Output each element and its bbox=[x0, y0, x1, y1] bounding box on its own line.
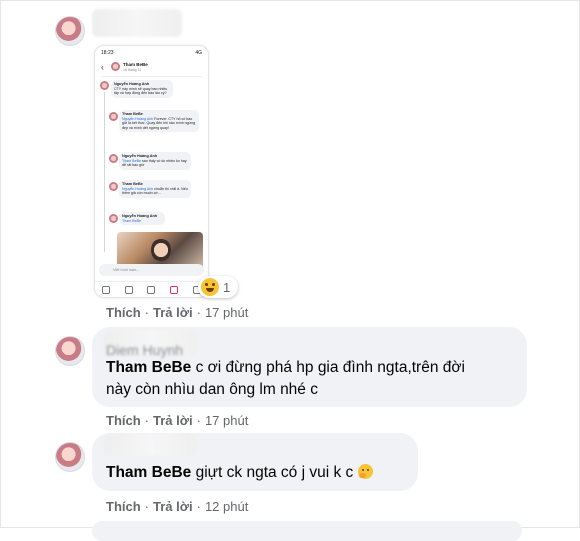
avatar bbox=[111, 62, 120, 71]
commenter-name-partial: Diem Huynh bbox=[106, 342, 184, 358]
thumb-comment-author: Nguyễn Hoàng Anh bbox=[122, 154, 158, 158]
haha-reaction-icon bbox=[201, 278, 219, 296]
home-icon bbox=[102, 285, 111, 294]
like-button[interactable]: Thích bbox=[106, 305, 141, 320]
thumb-thread-subtitle: 16 tháng 11 bbox=[123, 68, 142, 72]
reaction-count[interactable]: 1 bbox=[198, 276, 239, 298]
comment-text: Tham BeBe c ơi đừng phá hp gia đình ngta… bbox=[106, 357, 465, 401]
mentioned-user[interactable]: Tham BeBe bbox=[106, 464, 191, 481]
thumb-comment-mention: Nguyễn Hoàng Anh bbox=[122, 116, 154, 121]
blurred-commenter-name bbox=[92, 9, 182, 37]
thumb-thread-header: ‹ Tham BeBe 16 tháng 11 bbox=[101, 60, 202, 77]
comment-time[interactable]: 12 phút bbox=[205, 499, 248, 514]
thumb-comment-mention: Tham BeBe bbox=[122, 218, 141, 223]
reply-button[interactable]: Trả lời bbox=[153, 499, 193, 514]
thumb-status-time: 18:23 bbox=[101, 50, 114, 56]
comment-text-body: giựt ck ngta có j vui k c bbox=[191, 464, 354, 481]
mentioned-user[interactable]: Tham BeBe bbox=[106, 359, 191, 376]
avatar bbox=[109, 154, 118, 163]
comment-bubble-next bbox=[92, 521, 522, 541]
avatar bbox=[109, 214, 118, 223]
commenter-avatar[interactable] bbox=[55, 16, 85, 46]
attached-screenshot-image[interactable]: 18:23 4G ‹ Tham BeBe 16 tháng 11 Nguyễn … bbox=[94, 45, 209, 298]
thumb-comment: Tham BeBe Nguyễn Hoàng Anh Forever. CTY … bbox=[119, 110, 199, 133]
reaction-count-text: 1 bbox=[223, 279, 231, 295]
like-button[interactable]: Thích bbox=[106, 499, 141, 514]
comment-actions: Thích · Trả lời · 12 phút bbox=[106, 499, 249, 514]
notifications-icon bbox=[170, 285, 179, 294]
thumb-comment-author: Nguyễn Hoàng Anh bbox=[122, 214, 158, 218]
thread-line bbox=[104, 92, 105, 252]
avatar bbox=[109, 182, 118, 191]
commenter-avatar[interactable] bbox=[55, 442, 85, 472]
thumb-status-network: 4G bbox=[195, 50, 202, 56]
avatar bbox=[109, 112, 118, 121]
comment-time[interactable]: 17 phút bbox=[205, 305, 248, 320]
thumb-comment: Tham BeBe Nguyễn Hoàng Anh chuẩn thì chi… bbox=[119, 180, 191, 198]
comment-actions: Thích · Trả lời · 17 phút bbox=[106, 413, 249, 428]
thumb-bottom-nav bbox=[95, 281, 208, 297]
comment-text-line1: c ơi đừng phá hp gia đình ngta,trên đời bbox=[191, 359, 465, 376]
reply-button[interactable]: Trả lời bbox=[153, 305, 193, 320]
comment-time[interactable]: 17 phút bbox=[205, 413, 248, 428]
thumb-compose-field: Viết bình luận... bbox=[99, 264, 204, 276]
thumb-comment: Nguyễn Hoàng Anh CTY này mình sẽ quay ba… bbox=[111, 80, 173, 98]
thumb-comment-author: Nguyễn Hoàng Anh bbox=[114, 82, 150, 86]
like-button[interactable]: Thích bbox=[106, 413, 141, 428]
thumb-comment-author: Tham BeBe bbox=[122, 112, 143, 116]
thumb-comment: Nguyễn Hoàng Anh Tham BeBe sao thấy có d… bbox=[119, 152, 191, 170]
avatar bbox=[100, 81, 109, 90]
watch-icon bbox=[147, 285, 156, 294]
blurred-commenter-name bbox=[104, 434, 196, 456]
comment-text: Tham BeBe giựt ck ngta có j vui k c bbox=[106, 462, 373, 484]
thumb-comment-text: CTY này mình sẽ quay bao nhiêu tập và hợ… bbox=[114, 86, 168, 96]
thinking-face-emoji-icon bbox=[357, 464, 373, 479]
commenter-avatar[interactable] bbox=[55, 336, 85, 366]
friends-icon bbox=[124, 285, 133, 294]
blurred-commenter-name: Diem Huynh bbox=[104, 330, 198, 358]
comment-actions: Thích · Trả lời · 17 phút bbox=[106, 305, 249, 320]
thumb-comment-mention: Tham BeBe bbox=[122, 158, 141, 163]
thumb-comment: Nguyễn Hoàng Anh Tham BeBe bbox=[119, 212, 165, 226]
thumb-status-bar: 18:23 4G bbox=[101, 50, 202, 56]
thumb-comment-author: Tham BeBe bbox=[122, 182, 143, 186]
reply-button[interactable]: Trả lời bbox=[153, 413, 193, 428]
thumb-thread-title: Tham BeBe bbox=[123, 62, 148, 67]
comment-text-line2: này còn nhìu dan ông lm nhé c bbox=[106, 381, 318, 398]
back-arrow-icon: ‹ bbox=[101, 63, 104, 72]
thumb-comment-mention: Nguyễn Hoàng Anh bbox=[122, 186, 154, 191]
